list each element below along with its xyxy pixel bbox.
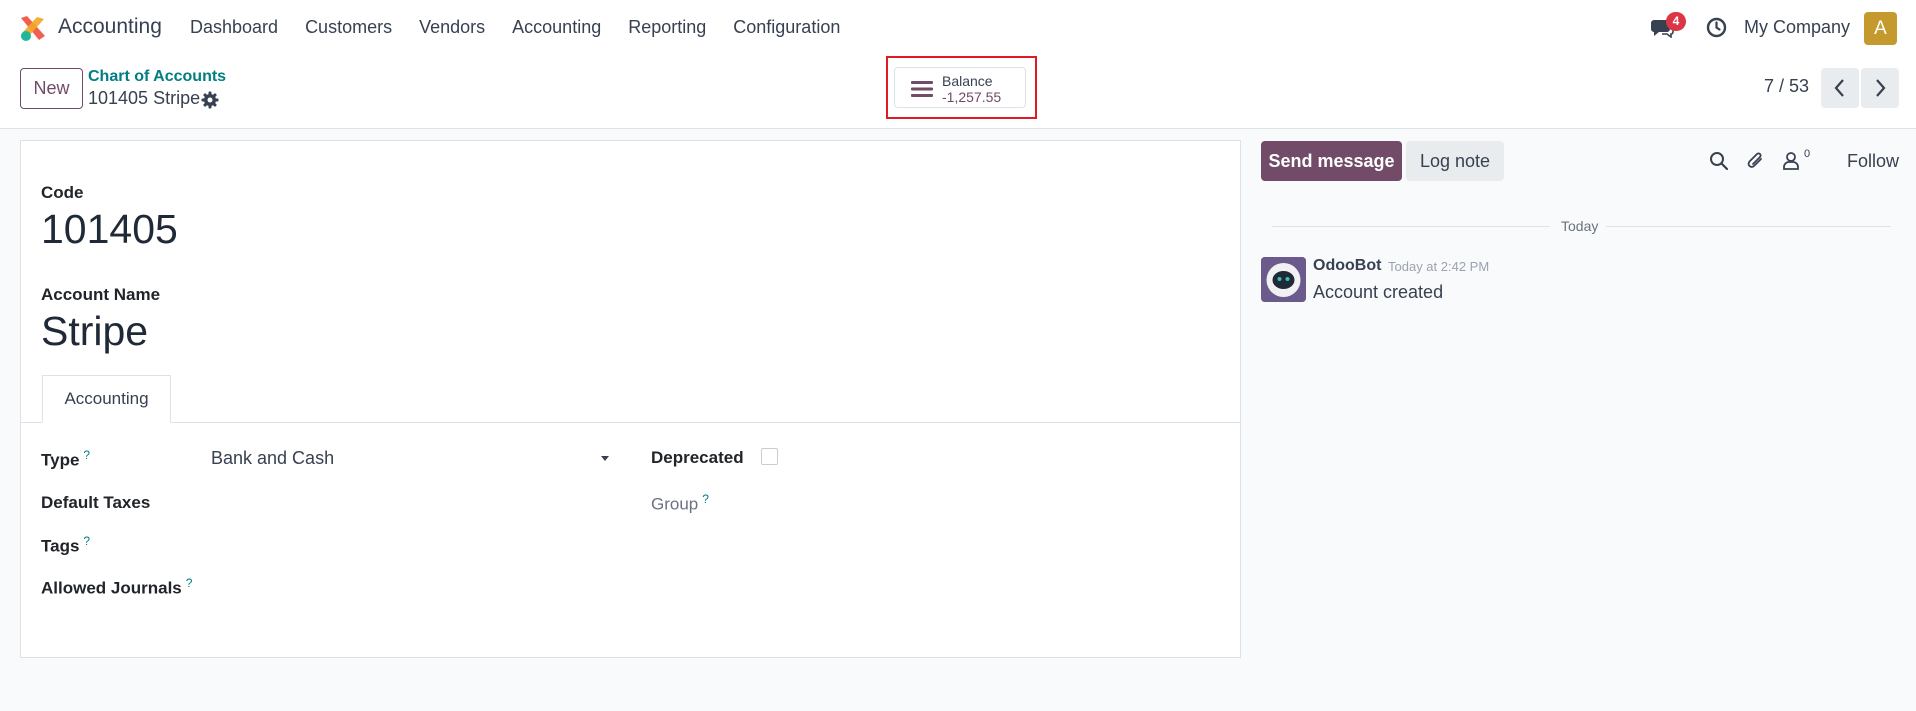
message-timestamp: Today at 2:42 PM [1388, 259, 1490, 274]
tags-label-text: Tags [41, 536, 80, 556]
allowed-journals-label: Allowed Journals? [41, 576, 192, 599]
company-switcher[interactable]: My Company [1744, 17, 1850, 38]
tags-help-tooltip[interactable]: ? [83, 534, 90, 548]
chevron-left-icon [1834, 79, 1844, 97]
list-bars-icon [911, 81, 933, 97]
chevron-right-icon [1876, 79, 1886, 97]
menu-item-dashboard[interactable]: Dashboard [190, 17, 278, 38]
menu-item-configuration[interactable]: Configuration [733, 17, 840, 38]
main-menu: Dashboard Customers Vendors Accounting R… [190, 17, 867, 38]
activity-clock-icon[interactable] [1706, 17, 1727, 38]
date-separator: Today [1561, 218, 1599, 234]
followers-icon[interactable] [1782, 151, 1800, 171]
new-button[interactable]: New [20, 68, 83, 109]
menu-item-accounting[interactable]: Accounting [512, 17, 601, 38]
control-panel: New Chart of Accounts 101405 Stripe Bala… [0, 56, 1916, 129]
type-select[interactable]: Bank and Cash [211, 448, 616, 469]
log-note-button[interactable]: Log note [1406, 141, 1504, 181]
gear-icon[interactable] [201, 91, 219, 109]
pager-previous-button[interactable] [1821, 68, 1859, 108]
record-title: 101405 Stripe [88, 88, 201, 108]
balance-label: Balance [942, 73, 993, 89]
messages-count-badge: 4 [1666, 12, 1686, 31]
group-label: Group? [651, 492, 709, 515]
user-avatar[interactable]: A [1864, 12, 1897, 45]
deprecated-label: Deprecated [651, 448, 744, 467]
caret-down-icon[interactable] [601, 456, 609, 461]
group-help-tooltip[interactable]: ? [702, 492, 709, 506]
tags-label: Tags? [41, 534, 90, 557]
pager-value[interactable]: 7 / 53 [1764, 76, 1809, 97]
type-help-tooltip[interactable]: ? [83, 448, 90, 462]
top-navbar: Accounting Dashboard Customers Vendors A… [0, 0, 1916, 56]
balance-value: -1,257.55 [942, 89, 1002, 105]
search-icon[interactable] [1709, 151, 1729, 171]
follow-button[interactable]: Follow [1847, 151, 1899, 172]
robot-icon [1261, 257, 1306, 302]
tab-divider [21, 422, 1240, 423]
date-separator-line-right [1606, 226, 1891, 227]
message-body: Account created [1313, 282, 1444, 302]
account-name-label: Account Name [41, 285, 161, 304]
date-separator-line-left [1272, 226, 1550, 227]
app-name[interactable]: Accounting [58, 15, 162, 39]
menu-item-vendors[interactable]: Vendors [419, 17, 485, 38]
group-label-text: Group [651, 494, 699, 514]
code-field[interactable]: 101405 [41, 206, 178, 253]
pager-next-button[interactable] [1861, 68, 1899, 108]
app-logo-icon[interactable] [19, 14, 47, 42]
tab-accounting[interactable]: Accounting [42, 375, 171, 423]
message-author[interactable]: OdooBot [1313, 257, 1381, 275]
type-label: Type? [41, 448, 90, 471]
breadcrumb-chart-of-accounts[interactable]: Chart of Accounts [88, 68, 226, 86]
code-label: Code [41, 183, 84, 202]
form-sheet: Code 101405 Account Name Stripe Accounti… [20, 140, 1241, 658]
paperclip-icon[interactable] [1746, 150, 1766, 172]
allowed-journals-help-tooltip[interactable]: ? [186, 576, 193, 590]
type-label-text: Type [41, 450, 80, 470]
allowed-journals-label-text: Allowed Journals [41, 578, 182, 598]
default-taxes-label: Default Taxes [41, 493, 151, 512]
deprecated-checkbox[interactable] [761, 448, 778, 465]
odoobot-avatar[interactable] [1261, 257, 1306, 302]
menu-item-customers[interactable]: Customers [305, 17, 392, 38]
balance-smart-button[interactable]: Balance -1,257.55 [894, 67, 1026, 108]
send-message-button[interactable]: Send message [1261, 141, 1402, 181]
account-name-field[interactable]: Stripe [41, 308, 148, 355]
menu-item-reporting[interactable]: Reporting [628, 17, 706, 38]
followers-count: 0 [1804, 148, 1811, 160]
